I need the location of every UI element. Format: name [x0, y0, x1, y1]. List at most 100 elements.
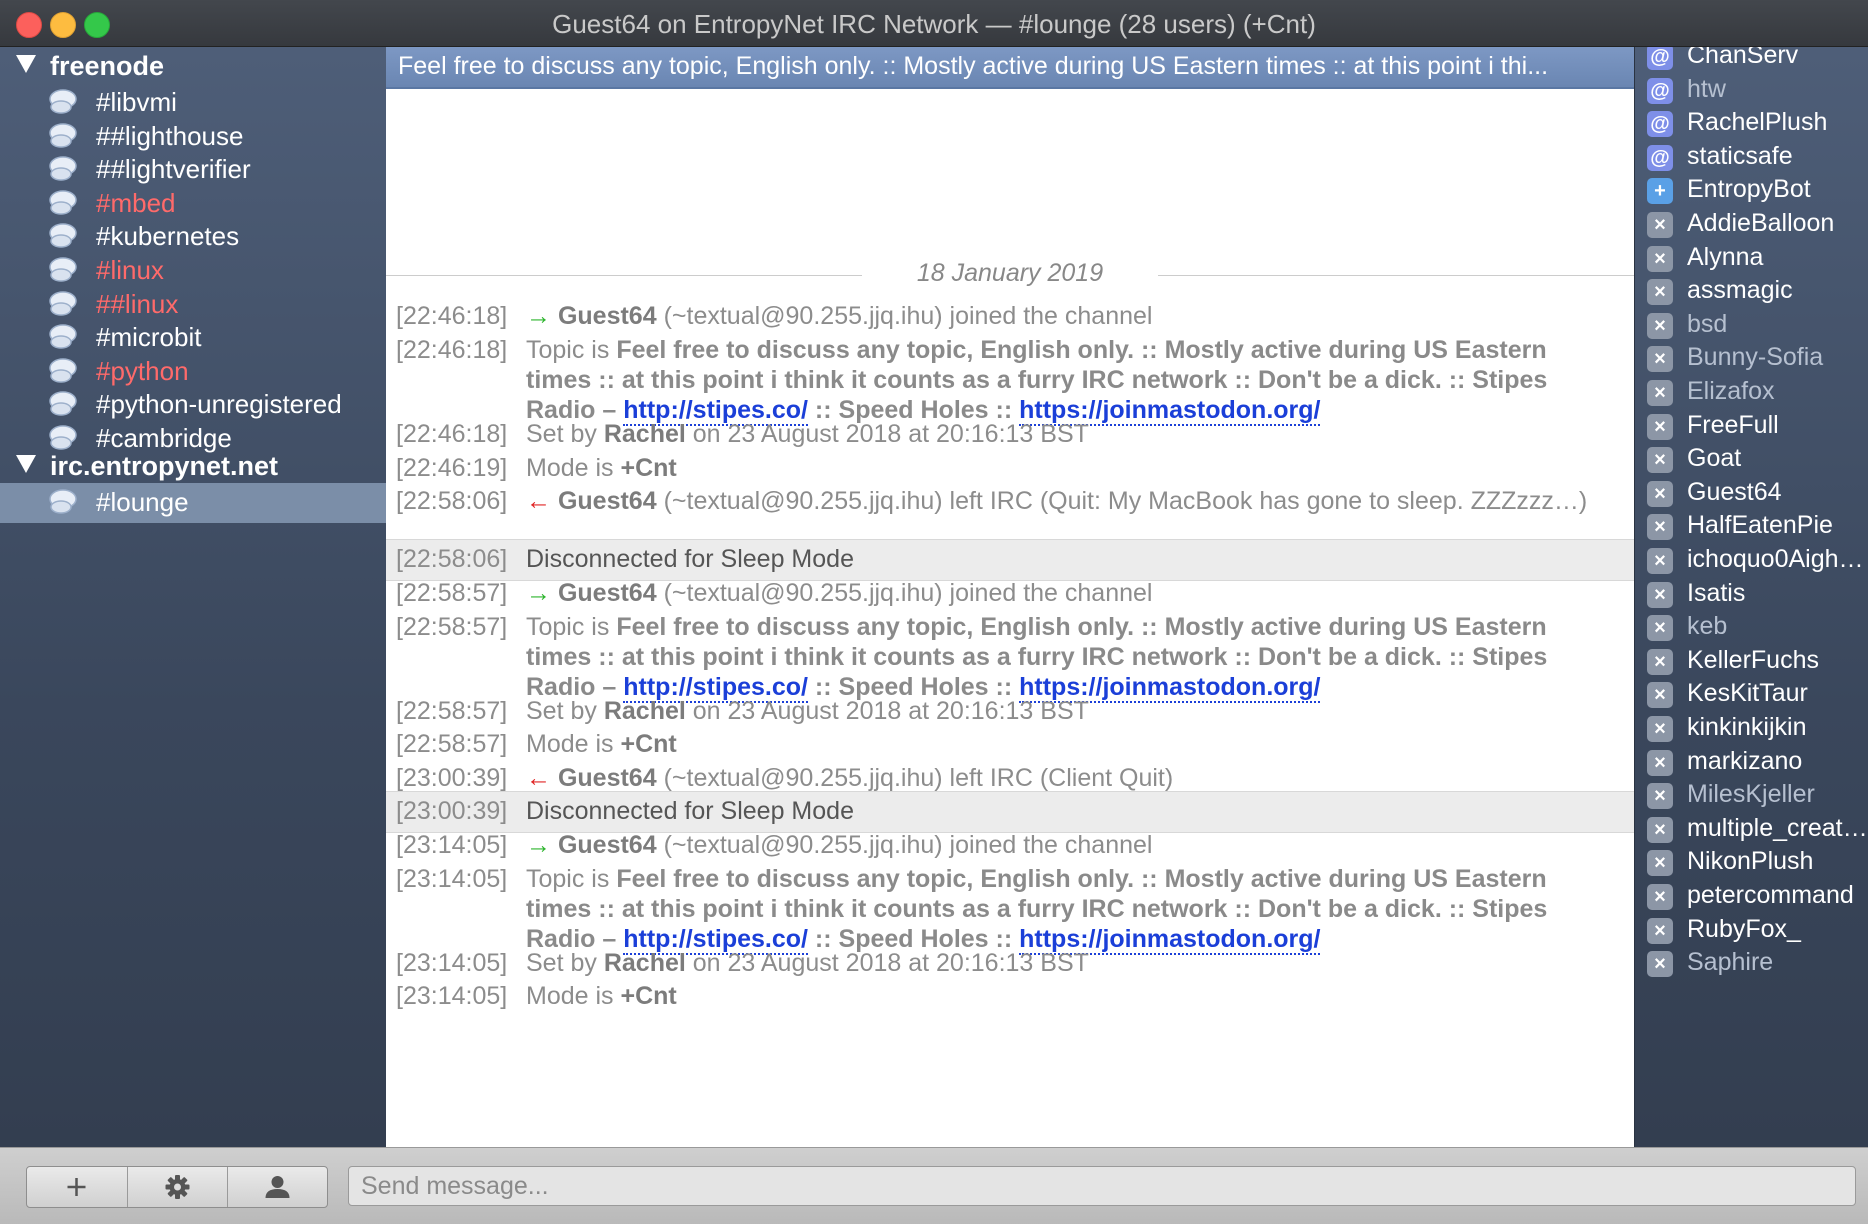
add-button[interactable] [27, 1167, 126, 1207]
date-label: 18 January 2019 [916, 259, 1104, 287]
irc-window: Guest64 on EntropyNet IRC Network — #lou… [0, 0, 1868, 1224]
none-badge-icon: × [1647, 816, 1673, 843]
message-text: (~textual@90.255.jjq.ihu) left IRC (Clie… [656, 764, 1174, 792]
timestamp: [23:00:39] [396, 764, 508, 792]
channel-bubble-icon [49, 324, 77, 349]
date-divider: 18 January 2019 [386, 255, 1634, 295]
none-badge-icon: × [1647, 716, 1673, 742]
user-nick: keb [1687, 612, 1728, 641]
gear-icon [165, 1175, 190, 1199]
server-label: irc.entropynet.net [50, 451, 279, 481]
user-nick: assmagic [1687, 276, 1793, 305]
none-badge-icon: × [1647, 346, 1673, 373]
channel-icon [48, 487, 78, 522]
channel-name: ##lighthouse [96, 120, 244, 151]
user-nick: KellerFuchs [1687, 645, 1819, 674]
timestamp: [22:46:19] [396, 454, 508, 482]
op-badge-icon: @ [1647, 77, 1673, 104]
nick[interactable]: Rachel [604, 949, 686, 977]
user-list-item[interactable]: × Saphire [1635, 944, 1868, 984]
channel-name: #microbit [96, 322, 202, 353]
user-nick: Bunny-Sofia [1687, 343, 1824, 372]
channel-bubble-icon [49, 257, 77, 282]
none-badge-icon: × [1647, 648, 1673, 675]
channel-bubble-icon [49, 290, 77, 316]
disclosure-triangle-icon[interactable] [16, 455, 36, 473]
message-text: Set by [526, 420, 604, 448]
none-badge-icon: × [1647, 279, 1673, 306]
disconnect-text: Disconnected for Sleep Mode [526, 797, 854, 825]
nick[interactable]: Rachel [604, 697, 686, 725]
topic-label: Topic is [526, 336, 617, 364]
none-badge-icon: × [1647, 783, 1673, 810]
topic-label: Topic is [526, 865, 617, 893]
timestamp: [22:58:57] [396, 579, 508, 607]
user-nick: staticsafe [1687, 141, 1793, 170]
none-badge-icon: × [1647, 514, 1673, 541]
none-badge-icon: × [1647, 312, 1673, 339]
user-nick: Elizafox [1687, 377, 1775, 405]
user-nick: NikonPlush [1687, 847, 1814, 876]
none-badge-icon: × [1647, 615, 1673, 642]
op-badge-icon: @ [1647, 111, 1673, 138]
user-nick: petercommand [1687, 881, 1854, 909]
mode-value: +Cnt [620, 454, 677, 482]
channel-name: #libvmi [96, 87, 177, 117]
nick[interactable]: Guest64 [558, 302, 657, 330]
user-nick: RachelPlush [1687, 108, 1828, 137]
user-nick: Guest64 [1687, 477, 1782, 506]
message-text: (~textual@90.255.jjq.ihu) joined the cha… [656, 302, 1153, 330]
server-entropynet[interactable]: irc.entropynet.net [0, 447, 386, 487]
nick[interactable]: Guest64 [558, 831, 657, 859]
nick[interactable]: Guest64 [558, 579, 657, 607]
user-nick: KesKitTaur [1687, 679, 1808, 708]
bottom-bar [0, 1147, 1868, 1224]
settings-button[interactable] [127, 1167, 227, 1207]
channel-bubble-icon [49, 358, 77, 383]
user-nick: HalfEatenPie [1687, 511, 1833, 540]
user-nick: AddieBalloon [1687, 209, 1835, 237]
op-badge-icon: @ [1647, 144, 1673, 171]
topic-label: Topic is [526, 613, 617, 641]
none-badge-icon: × [1647, 548, 1673, 574]
message-area: Feel free to discuss any topic, English … [386, 47, 1634, 1147]
op-badge-icon: @ [1647, 47, 1673, 70]
channel-name: #lounge [96, 487, 189, 517]
message-text: Mode is [526, 982, 621, 1010]
nick[interactable]: Guest64 [558, 487, 657, 515]
person-icon [265, 1176, 290, 1198]
channel-item[interactable]: #lounge [0, 483, 386, 523]
timestamp: [22:58:57] [396, 613, 508, 641]
user-nick: Goat [1687, 444, 1742, 473]
server-sidebar: freenode #libvmi ##lighthouse ##lightverif… [0, 47, 386, 1147]
disconnect-message: [22:58:06] Disconnected for Sleep Mode [386, 539, 1634, 581]
nick[interactable]: Guest64 [558, 764, 657, 792]
disconnect-message: [23:00:39] Disconnected for Sleep Mode [386, 791, 1634, 833]
message-input[interactable] [348, 1166, 1856, 1206]
timestamp: [23:14:05] [396, 831, 508, 859]
server-freenode[interactable]: freenode [0, 47, 386, 87]
none-badge-icon: × [1647, 212, 1673, 238]
timestamp: [23:00:39] [396, 797, 508, 825]
message-text: on 23 August 2018 at 20:16:13 BST [685, 420, 1089, 448]
message-text: (~textual@90.255.jjq.ihu) left IRC (Quit… [656, 487, 1588, 515]
topic-bar[interactable]: Feel free to discuss any topic, English … [386, 47, 1634, 89]
quit-arrow-icon: ← [526, 487, 551, 515]
nick[interactable]: Rachel [604, 420, 686, 448]
voice-badge-icon: + [1647, 178, 1673, 205]
none-badge-icon: × [1647, 749, 1673, 776]
none-badge-icon: × [1647, 682, 1673, 709]
timestamp: [23:14:05] [396, 949, 508, 977]
message-text: Mode is [526, 730, 621, 758]
join-arrow-icon: → [526, 302, 551, 330]
disclosure-triangle-icon[interactable] [16, 55, 36, 73]
none-badge-icon: × [1647, 480, 1673, 507]
timestamp: [22:58:06] [396, 545, 508, 573]
message-text: on 23 August 2018 at 20:16:13 BST [685, 949, 1089, 977]
timestamp: [22:46:18] [396, 420, 508, 448]
channel-bubble-icon [49, 190, 77, 215]
title-bar: Guest64 on EntropyNet IRC Network — #lou… [0, 0, 1868, 47]
none-badge-icon: × [1647, 380, 1673, 406]
channel-name: #kubernetes [96, 221, 240, 252]
user-button[interactable] [227, 1167, 327, 1207]
